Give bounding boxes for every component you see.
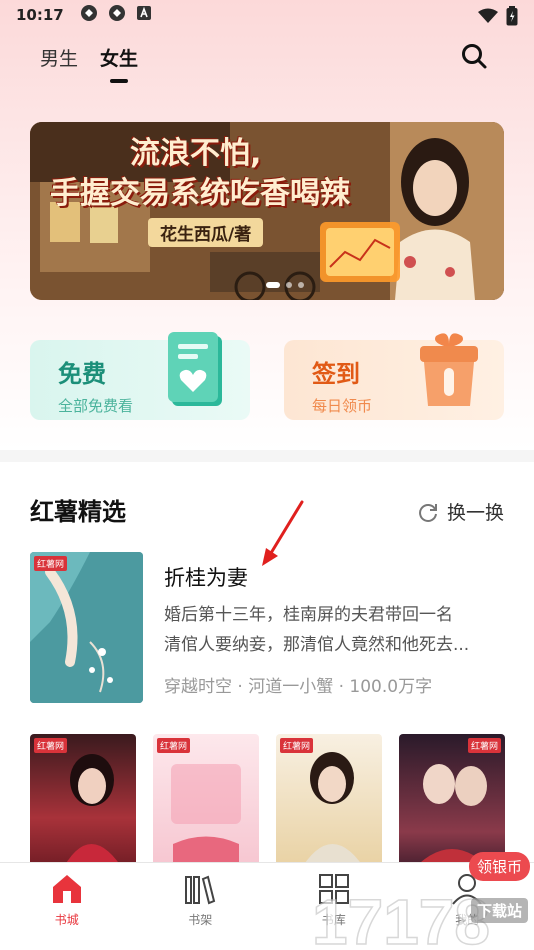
nav-bookstore[interactable]: 书城 — [0, 863, 134, 950]
refresh-label: 换一换 — [446, 502, 504, 524]
banner-author: 花生西瓜/著 — [148, 218, 264, 247]
search-icon — [462, 44, 487, 69]
pagination-dot — [266, 282, 280, 288]
description-line: 婚后第十三年，桂南屏的夫君带回一名 — [164, 605, 453, 625]
nav-profile-label: 我的 — [455, 913, 480, 927]
description-line: 清倌人要纳妾，那清倌人竟然和他死去... — [164, 635, 470, 655]
free-read-card[interactable]: 免费 全部免费看 — [30, 332, 250, 420]
app-notification-icon — [108, 4, 126, 26]
font-notification-icon — [136, 5, 152, 25]
nav-bookshelf[interactable]: 书架 — [134, 863, 268, 950]
bottom-navigation: 书城 书架 书库 我的 — [0, 862, 534, 950]
checkin-card[interactable]: 签到 每日领币 — [284, 333, 504, 420]
book-cover-art — [171, 764, 241, 874]
book-cover-art — [60, 754, 126, 874]
app-notification-icon — [80, 4, 98, 26]
book-cover[interactable]: 红薯网 — [276, 734, 382, 874]
featured-book-meta: 穿越时空 · 河道一小蟹 · 100.0万字 — [164, 677, 433, 697]
status-bar: 10:17 — [0, 0, 534, 30]
nav-library[interactable]: 书库 — [267, 863, 401, 950]
cover-publisher-tag: 红薯网 — [467, 738, 501, 753]
refresh-icon — [419, 503, 437, 522]
book-cover[interactable]: 红薯网 — [30, 734, 136, 874]
featured-book-description: 婚后第十三年，桂南屏的夫君带回一名 清倌人要纳妾，那清倌人竟然和他死去... — [164, 600, 506, 660]
annotation-arrow-icon — [262, 500, 304, 566]
banner-title-line2: 手握交易系统吃香喝辣 — [50, 176, 350, 211]
free-book-icon — [168, 332, 222, 406]
banner-title: 流浪不怕, 手握交易系统吃香喝辣 — [50, 134, 390, 214]
cover-publisher-tag: 红薯网 — [34, 556, 68, 571]
coin-reward-badge[interactable]: 领银币 — [468, 852, 530, 881]
cover-publisher-tag: 红薯网 — [157, 738, 191, 753]
featured-book-title[interactable]: 折桂为妻 — [164, 562, 248, 592]
featured-cover-art — [30, 552, 143, 703]
book-cover-row: 红薯网 红薯网 红薯网 红薯网 — [30, 734, 505, 874]
book-cover-art — [298, 752, 368, 874]
promo-banner[interactable]: 流浪不怕, 手握交易系统吃香喝辣 花生西瓜/著 — [30, 122, 504, 300]
featured-book-cover[interactable]: 红薯网 — [30, 552, 143, 703]
battery-icon — [506, 6, 518, 30]
nav-bookshelf-label: 书架 — [188, 913, 213, 927]
nav-library-label: 书库 — [321, 913, 346, 927]
wifi-icon — [478, 8, 498, 28]
pagination-dot — [286, 282, 292, 288]
section-title: 红薯精选 — [30, 498, 126, 526]
banner-title-line1: 流浪不怕, — [130, 136, 262, 171]
status-time: 10:17 — [16, 6, 64, 24]
nav-bookstore-label: 书城 — [54, 913, 79, 927]
book-cover[interactable]: 红薯网 — [153, 734, 259, 874]
gift-box-icon — [420, 333, 478, 406]
gender-tabs: 男生 女生 — [40, 44, 138, 71]
search-button[interactable] — [460, 42, 488, 70]
grid-icon — [318, 874, 349, 904]
pagination-dot — [298, 282, 304, 288]
banner-pagination — [266, 282, 304, 288]
home-icon — [52, 875, 81, 903]
tab-female[interactable]: 女生 — [100, 44, 138, 71]
cover-publisher-tag: 红薯网 — [34, 738, 68, 753]
cover-publisher-tag: 红薯网 — [280, 738, 314, 753]
refresh-button[interactable]: 换一换 — [417, 498, 504, 525]
tab-male[interactable]: 男生 — [40, 44, 78, 71]
bookshelf-icon — [185, 875, 216, 905]
